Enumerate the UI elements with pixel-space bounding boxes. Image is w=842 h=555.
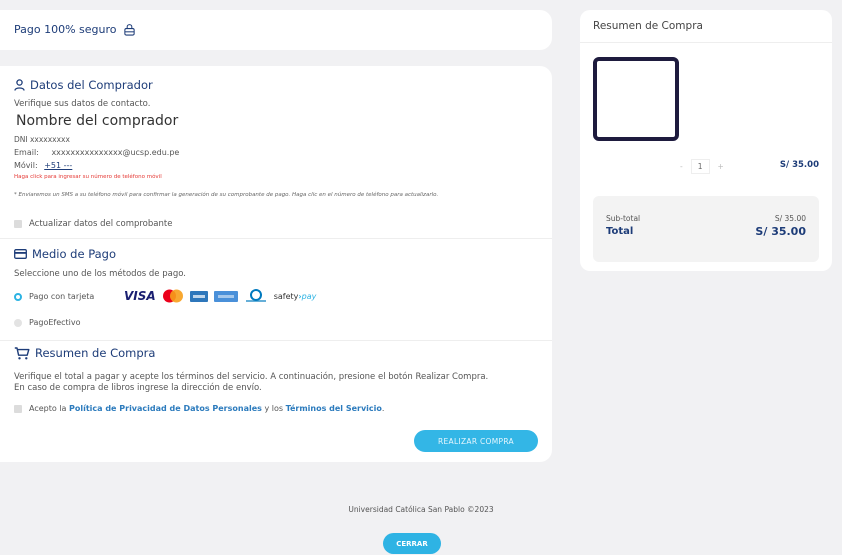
close-button[interactable]: CERRAR: [383, 533, 441, 554]
realizar-compra-button[interactable]: REALIZAR COMPRA: [414, 430, 538, 452]
summary-text-1: Verifique el total a pagar y acepte los …: [14, 372, 489, 382]
email-label: Email:: [14, 148, 39, 157]
card-brand-logos: VISA safety›pay: [124, 289, 322, 303]
lock-icon: [123, 24, 135, 36]
amex-logo: [189, 290, 208, 302]
user-icon: [14, 79, 25, 91]
divider: [580, 42, 832, 43]
buyer-section-title: Datos del Comprador: [14, 78, 153, 92]
summary-text-2: En caso de compra de libros ingrese la d…: [14, 383, 262, 393]
visa-logo: VISA: [124, 289, 156, 303]
total-label: Total: [606, 226, 634, 237]
payment-section-title: Medio de Pago: [14, 247, 116, 261]
divider: [0, 340, 552, 341]
cash-radio[interactable]: [14, 318, 22, 327]
secure-payment-label: Pago 100% seguro: [14, 23, 117, 36]
payment-option-cash[interactable]: PagoEfectivo: [14, 318, 81, 327]
footer-text: Universidad Católica San Pablo ©2023: [348, 505, 494, 514]
accept-prefix: Acepto la: [29, 404, 69, 413]
divider: [0, 238, 552, 239]
buyer-email-row: Email: xxxxxxxxxxxxxxx@ucsp.edu.pe: [14, 148, 179, 157]
pay-text: pay: [301, 291, 317, 301]
dinersclub-logo: [245, 289, 266, 302]
safetypay-text: safety: [273, 291, 299, 301]
mobile-label: Móvil:: [14, 161, 38, 170]
qty-plus-button[interactable]: +: [718, 162, 724, 171]
payment-title: Medio de Pago: [32, 247, 117, 261]
terms-link[interactable]: Términos del Servicio: [286, 404, 382, 413]
subtotal-label: Sub-total: [606, 214, 641, 223]
credit-card-icon: [14, 249, 27, 259]
buyer-name: Nombre del comprador: [16, 113, 179, 129]
cart-icon: [14, 346, 30, 359]
subtotal-value: S/ 35.00: [774, 214, 806, 223]
privacy-policy-link[interactable]: Política de Privacidad de Datos Personal…: [69, 404, 262, 413]
accept-terms-checkbox[interactable]: [14, 404, 22, 413]
sms-note: * Enviaremos un SMS a su teléfono móvil …: [14, 192, 439, 198]
mobile-value-link[interactable]: +51 ---: [44, 161, 72, 170]
card-radio[interactable]: [14, 292, 22, 301]
email-value: xxxxxxxxxxxxxxx@ucsp.edu.pe: [51, 148, 180, 157]
total-value: S/ 35.00: [755, 225, 806, 238]
totals-box: Sub-total S/ 35.00 Total S/ 35.00: [593, 196, 819, 262]
order-summary-panel: Resumen de Compra - 1 + S/ 35.00 Sub-tot…: [580, 10, 832, 271]
product-image: [593, 57, 679, 141]
item-price: S/ 35.00: [779, 160, 819, 170]
summary-section-title: Resumen de Compra: [14, 346, 155, 360]
verify-contact-text: Verifique sus datos de contacto.: [14, 99, 151, 109]
diners-logo: [213, 290, 238, 302]
order-summary-title: Resumen de Compra: [593, 20, 703, 32]
buyer-mobile-row: Móvil: +51 ---: [14, 161, 72, 170]
mastercard-logo: [162, 289, 183, 303]
secure-payment-bar: Pago 100% seguro: [0, 10, 552, 50]
update-data-row[interactable]: Actualizar datos del comprobante: [14, 219, 172, 229]
summary-title: Resumen de Compra: [35, 346, 156, 360]
payment-instruction: Seleccione uno de los métodos de pago.: [14, 269, 186, 279]
update-data-label: Actualizar datos del comprobante: [29, 219, 173, 229]
payment-option-card[interactable]: Pago con tarjeta: [14, 292, 94, 301]
mobile-hint: Haga click para ingresar su número de te…: [14, 174, 162, 180]
summary-instructions: Verifique el total a pagar y acepte los …: [14, 372, 544, 394]
secure-payment-header: Pago 100% seguro: [14, 23, 136, 36]
quantity-stepper[interactable]: - 1 +: [680, 159, 724, 174]
checkout-panel: Datos del Comprador Verifique sus datos …: [0, 66, 552, 462]
update-data-checkbox[interactable]: [14, 219, 22, 228]
qty-minus-button[interactable]: -: [680, 162, 683, 171]
cash-option-label: PagoEfectivo: [29, 318, 81, 327]
buyer-title: Datos del Comprador: [30, 78, 153, 92]
accept-mid: y los: [261, 404, 286, 413]
safetypay-logo: safety›pay: [273, 291, 317, 301]
accept-terms-row[interactable]: Acepto la Política de Privacidad de Dato…: [14, 404, 384, 413]
qty-value[interactable]: 1: [690, 159, 710, 174]
card-option-label: Pago con tarjeta: [29, 292, 95, 301]
accept-suffix: .: [381, 404, 385, 413]
buyer-dni: DNI xxxxxxxxx: [14, 135, 70, 144]
